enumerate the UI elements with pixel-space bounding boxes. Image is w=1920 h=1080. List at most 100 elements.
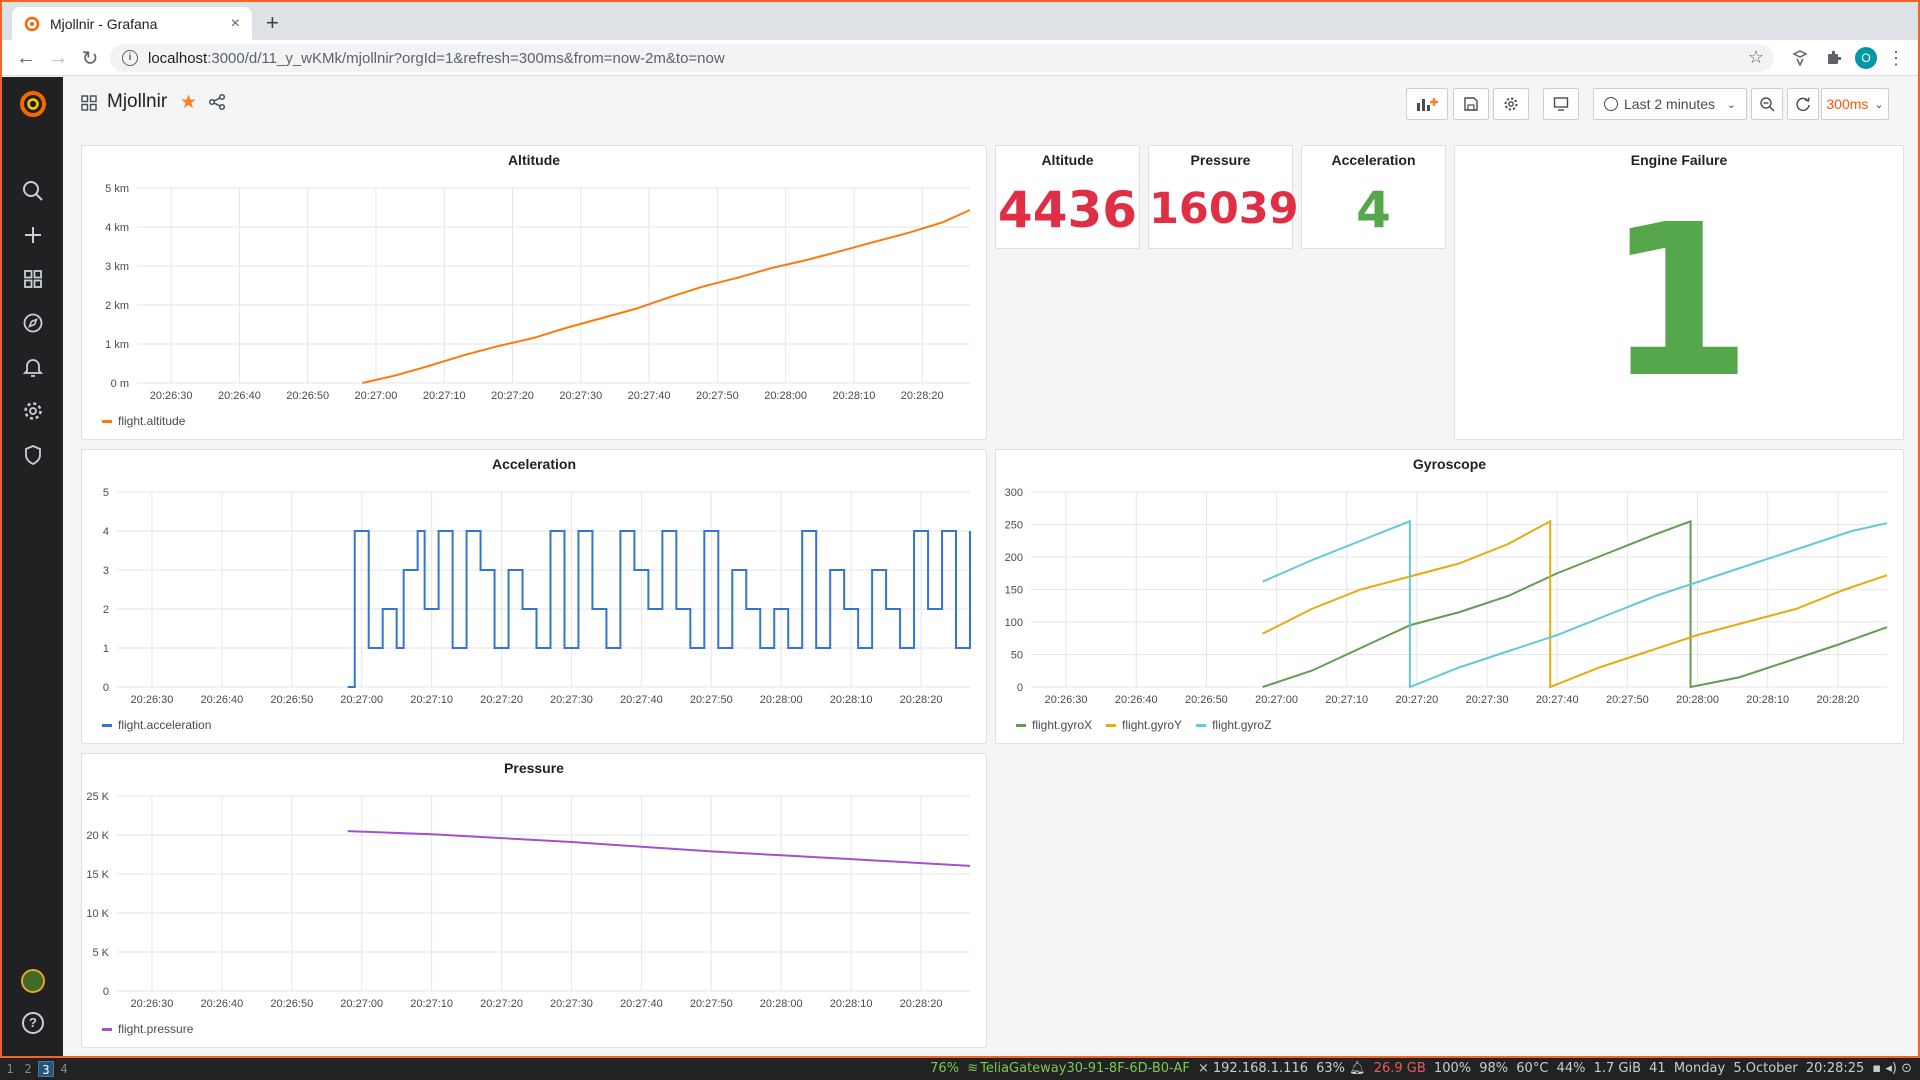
legend-label: flight.gyroZ	[1212, 718, 1272, 732]
address-bar[interactable]: i localhost:3000/d/11_y_wKMk/mjollnir?or…	[110, 44, 1774, 72]
battery-status: 76%	[930, 1061, 960, 1076]
grafana-logo-icon[interactable]	[16, 87, 50, 121]
x-tick-label: 20:28:00	[760, 998, 803, 1010]
dashboard-title[interactable]: Mjollnir	[107, 91, 167, 113]
cpu-usage: 63%	[1316, 1061, 1346, 1076]
forward-arrow-icon[interactable]: →	[46, 46, 70, 70]
x-tick-label: 20:27:20	[491, 390, 534, 402]
legend-swatch	[1196, 723, 1207, 727]
search-icon[interactable]	[22, 180, 44, 202]
panel-altitude-graph[interactable]: Altitude 0 m1 km 2 km 3 km 4 km 5 km 20:26:30…	[81, 145, 987, 440]
y-tick-label: 2 km	[105, 300, 129, 312]
x-tick-label: 20:27:40	[620, 998, 663, 1010]
browser-toolbar: ← → ↻ i localhost:3000/d/11_y_wKMk/mjoll…	[2, 40, 1918, 76]
configuration-gear-icon[interactable]	[22, 400, 44, 422]
cast-icon[interactable]	[1788, 46, 1812, 70]
series-line-flight-pressure	[347, 830, 971, 867]
x-tick-label: 20:27:00	[340, 998, 383, 1010]
legend-item[interactable]: flight.altitude	[102, 414, 185, 428]
y-tick-label: 3	[103, 565, 109, 577]
y-tick-label: 250	[1005, 520, 1023, 532]
x-tick-label: 20:26:30	[131, 998, 174, 1010]
panel-pressure-stat[interactable]: Pressure 16039	[1148, 145, 1299, 249]
x-tick-label: 20:28:00	[764, 390, 807, 402]
stat-value: 4436	[997, 181, 1138, 239]
new-tab-button[interactable]: +	[266, 10, 279, 36]
x-tick-label: 20:27:10	[1325, 694, 1368, 706]
tv-mode-button[interactable]	[1543, 88, 1579, 120]
help-icon[interactable]: ?	[22, 1012, 44, 1034]
zoom-out-button[interactable]	[1751, 88, 1783, 120]
panel-acceleration-graph[interactable]: Acceleration 0 1 2 3 4 5 20:26:30 20:26:40 20:26…	[81, 449, 987, 744]
x-tick-label: 20:28:10	[830, 694, 873, 706]
legend-item[interactable]: flight.gyroZ	[1196, 718, 1271, 732]
y-tick-label: 1 km	[105, 339, 129, 351]
x-tick-label: 20:27:10	[410, 694, 453, 706]
panel-gyroscope-graph[interactable]: Gyroscope 0 50 100 150 200 250 300 20:26:30 20:2…	[995, 449, 1904, 744]
y-tick-label: 2	[103, 604, 109, 616]
legend-item[interactable]: flight.gyroY	[1106, 718, 1182, 732]
refresh-icon	[1796, 97, 1810, 111]
memory-usage: 1.7 GiB	[1593, 1061, 1642, 1076]
alerting-bell-icon[interactable]	[22, 356, 44, 378]
site-info-icon[interactable]: i	[122, 50, 138, 66]
panel-title[interactable]: Pressure	[1149, 152, 1292, 168]
stat-value: 16039	[1149, 184, 1299, 234]
explore-compass-icon[interactable]	[22, 312, 44, 334]
y-tick-label: 300	[1005, 487, 1023, 499]
x-tick-label: 20:27:20	[480, 694, 523, 706]
workspace-4[interactable]: 4	[56, 1061, 72, 1077]
browser-menu-icon[interactable]: ⋮	[1886, 46, 1906, 70]
x-tick-label: 20:28:00	[1676, 694, 1719, 706]
server-admin-shield-icon[interactable]	[22, 444, 44, 466]
dashboards-grid-icon[interactable]	[22, 268, 44, 290]
series-line-flight-gyroX	[1262, 519, 1888, 689]
dashboard-navbar: Mjollnir ★ Last 2 minutes ⌄ 300ms ⌄	[63, 77, 1918, 127]
x-tick-label: 20:26:40	[200, 694, 243, 706]
panel-altitude-stat[interactable]: Altitude 4436	[995, 145, 1140, 249]
panel-acceleration-stat[interactable]: Acceleration 4	[1301, 145, 1446, 249]
x-tick-label: 20:27:50	[696, 390, 739, 402]
reload-icon[interactable]: ↻	[78, 46, 102, 70]
refresh-button[interactable]	[1787, 88, 1819, 120]
back-arrow-icon[interactable]: ←	[14, 46, 38, 70]
time-picker-button[interactable]: Last 2 minutes ⌄	[1593, 88, 1747, 120]
share-icon[interactable]	[208, 93, 226, 111]
panel-title[interactable]: Acceleration	[1302, 152, 1445, 168]
panel-title[interactable]: Engine Failure	[1455, 152, 1903, 168]
x-tick-label: 20:26:30	[150, 390, 193, 402]
x-tick-label: 20:27:00	[355, 390, 398, 402]
tray-icons[interactable]: ▪ ◂) ⊙	[1872, 1061, 1912, 1076]
tab-close-icon[interactable]: ×	[231, 15, 240, 33]
user-avatar[interactable]	[21, 969, 45, 993]
x-tick-label: 20:27:40	[628, 390, 671, 402]
legend-item[interactable]: flight.acceleration	[102, 718, 211, 732]
create-plus-icon[interactable]	[22, 224, 44, 246]
add-panel-button[interactable]	[1406, 88, 1448, 120]
legend-item[interactable]: flight.pressure	[102, 1022, 193, 1036]
browser-tab[interactable]: Mjollnir - Grafana ×	[12, 7, 252, 40]
profile-avatar[interactable]: O	[1854, 46, 1878, 70]
temperature: 60°C	[1516, 1061, 1549, 1076]
panel-engine-failure-stat[interactable]: Engine Failure 1	[1454, 145, 1904, 440]
grafana-sidemenu: ?	[2, 77, 63, 1056]
dashboard-settings-button[interactable]	[1493, 88, 1529, 120]
bookmark-star-icon[interactable]: ☆	[1748, 47, 1764, 68]
y-tick-label: 200	[1005, 552, 1023, 564]
panel-pressure-graph[interactable]: Pressure 05 K 10 K 15 K 20 K 25 K 20:26:30 20:…	[81, 753, 987, 1048]
refresh-interval-picker[interactable]: 300ms ⌄	[1821, 88, 1889, 120]
legend-item[interactable]: flight.gyroX	[1016, 718, 1092, 732]
workspace-3[interactable]: 3	[38, 1061, 54, 1077]
workspace-2[interactable]: 2	[20, 1061, 36, 1077]
workspace-1[interactable]: 1	[2, 1061, 18, 1077]
save-dashboard-button[interactable]	[1453, 88, 1489, 120]
bell-icon: 🔔︎	[1349, 1061, 1366, 1076]
extensions-puzzle-icon[interactable]	[1822, 46, 1846, 70]
panel-title[interactable]: Altitude	[996, 152, 1139, 168]
legend-label: flight.gyroX	[1032, 718, 1093, 732]
legend: flight.pressure	[102, 1022, 193, 1036]
favorite-star-icon[interactable]: ★	[180, 91, 197, 114]
x-tick-label: 20:27:50	[690, 694, 733, 706]
x-tick-label: 20:28:00	[760, 694, 803, 706]
x-tick-label: 20:27:10	[423, 390, 466, 402]
